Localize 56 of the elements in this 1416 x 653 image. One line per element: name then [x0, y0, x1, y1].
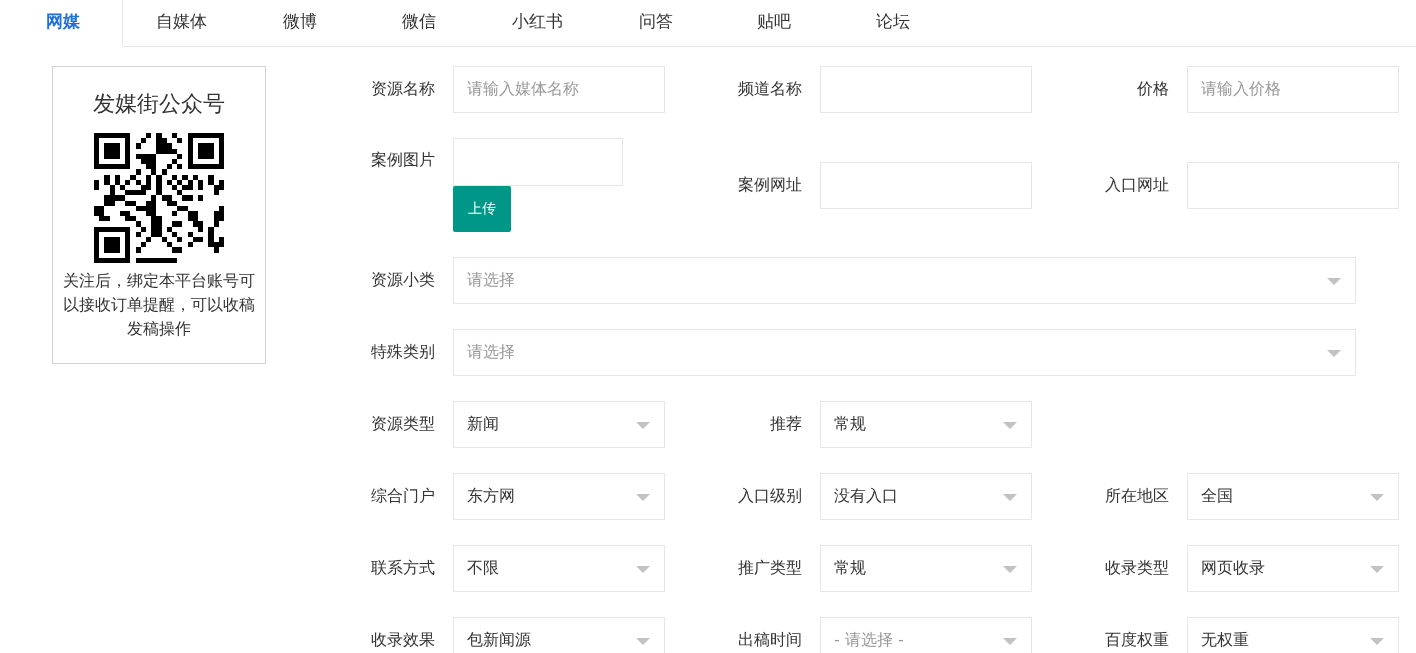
select-field[interactable]: 常规	[820, 401, 1032, 448]
card-title: 发媒街公众号	[93, 90, 225, 118]
field-label: 所在地区	[1104, 486, 1169, 507]
input-field[interactable]	[1187, 161, 1399, 209]
tab[interactable]: 贴吧	[715, 0, 834, 47]
caret-icon	[1327, 350, 1341, 357]
field-label: 综合门户	[370, 486, 435, 507]
caret-icon	[1370, 566, 1384, 573]
select-field[interactable]: 不限	[453, 545, 665, 592]
caret-icon	[1003, 494, 1017, 501]
field-label: 收录效果	[370, 630, 435, 651]
select-field[interactable]: 全国	[1187, 473, 1399, 520]
tab[interactable]: 论坛	[833, 0, 952, 47]
field-label: 入口网址	[1104, 174, 1169, 196]
field-label: 收录类型	[1104, 558, 1169, 579]
field-label: 推荐	[769, 414, 802, 435]
caret-icon	[636, 638, 650, 645]
field-label: 联系方式	[370, 558, 435, 579]
caret-icon	[1370, 638, 1384, 645]
field-label: 资源小类	[370, 270, 435, 291]
field-label: 特殊类别	[370, 342, 435, 363]
field-label: 频道名称	[737, 79, 802, 100]
caret-icon	[1003, 638, 1017, 645]
field-label: 资源类型	[370, 414, 435, 435]
select-field[interactable]: 包新闻源	[453, 617, 665, 653]
select-field[interactable]: 无权重	[1187, 617, 1399, 653]
caret-icon	[1003, 422, 1017, 429]
field-label: 出稿时间	[737, 630, 802, 651]
field-label: 百度权重	[1104, 630, 1169, 651]
field-label: 案例图片	[370, 149, 435, 171]
field-label: 入口级别	[737, 486, 802, 507]
tab[interactable]: 小红书	[478, 0, 597, 47]
field-label: 案例网址	[737, 174, 802, 196]
tab[interactable]: 微博	[241, 0, 360, 47]
select-field[interactable]: 东方网	[453, 473, 665, 520]
caret-icon	[636, 494, 650, 501]
field-label: 资源名称	[370, 79, 435, 100]
tab[interactable]: 微信	[359, 0, 478, 47]
tab[interactable]: 自媒体	[122, 0, 241, 47]
image-field[interactable]	[453, 138, 623, 186]
caret-icon	[1370, 494, 1384, 501]
upload-button[interactable]: 上传	[453, 186, 511, 232]
input-field[interactable]	[820, 161, 1032, 209]
tab[interactable]: 问答	[596, 0, 715, 47]
field-label: 价格	[1136, 79, 1169, 100]
select-field[interactable]: 新闻	[453, 401, 665, 448]
caret-icon	[1003, 566, 1017, 573]
input-field[interactable]	[820, 66, 1032, 113]
caret-icon	[1327, 278, 1341, 285]
select-field[interactable]: 没有入口	[820, 473, 1032, 520]
caret-icon	[636, 422, 650, 429]
select-field[interactable]: 常规	[820, 545, 1032, 592]
select-field[interactable]: 网页收录	[1187, 545, 1399, 592]
caret-icon	[636, 566, 650, 573]
card-note: 关注后，绑定本平台账号可以接收订单提醒，可以收稿发稿操作	[62, 270, 256, 340]
field-label: 推广类型	[737, 558, 802, 579]
